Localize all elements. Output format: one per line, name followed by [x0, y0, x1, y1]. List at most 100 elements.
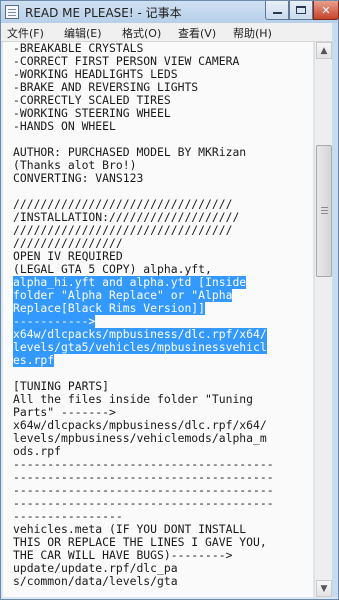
notepad-icon: [5, 5, 19, 19]
vertical-scrollbar[interactable]: ▲ ▼: [314, 42, 332, 597]
text-line: update/update.rpf/dlc_pa: [13, 562, 313, 575]
text-line: -BRAKE AND REVERSING LIGHTS: [13, 81, 313, 94]
text-line: s/common/data/levels/gta: [13, 575, 313, 588]
line-text: -WORKING HEADLIGHTS LEDS: [13, 68, 178, 81]
text-line: ////////////////////////////////: [13, 198, 313, 211]
line-text: x64w/dlcpacks/mpbusiness/dlc.rpf/x64/: [13, 419, 267, 432]
text-line: /INSTALLATION:///////////////////: [13, 211, 313, 224]
text-line: THE CAR WILL HAVE BUGS)-------->: [13, 549, 313, 562]
line-text: --------------------------------------: [13, 471, 274, 484]
line-text: ////////////////////////////////: [13, 224, 233, 237]
text-line: -HANDS ON WHEEL: [13, 120, 313, 133]
text-line: Replace[Black Rims Version]]: [13, 302, 313, 315]
text-line: x64w/dlcpacks/mpbusiness/dlc.rpf/x64/: [13, 419, 313, 432]
text-line: levels/gta5/vehicles/mpbusinessvehicl: [13, 341, 313, 354]
text-line: -WORKING STEERING WHEEL: [13, 107, 313, 120]
line-text: ////////////////////////////////: [13, 198, 233, 211]
line-text: -HANDS ON WHEEL: [13, 120, 116, 133]
scroll-up-button[interactable]: ▲: [316, 42, 332, 59]
text-line: --------------------------------------: [13, 471, 313, 484]
selected-text: x64w/dlcpacks/mpbusiness/dlc.rpf/x64/: [13, 328, 267, 341]
line-text: levels/mpbusiness/vehiclemods/alpha_m: [13, 432, 267, 445]
line-text: OPEN IV REQUIRED: [13, 250, 123, 263]
line-text: --------------------------------------: [13, 458, 274, 471]
line-text: THE CAR WILL HAVE BUGS)-------->: [13, 549, 233, 562]
line-text: /INSTALLATION:///////////////////: [13, 211, 240, 224]
text-line: es.rpf: [13, 354, 313, 367]
line-text: -WORKING STEERING WHEEL: [13, 107, 171, 120]
notepad-window: READ ME PLEASE! - 记事本 ✕ 文件(F) 编辑(E) 格式(O…: [0, 0, 339, 600]
arrow-up-icon: ▲: [320, 45, 328, 56]
line-text: -CORRECTLY SCALED TIRES: [13, 94, 171, 107]
line-text: ////////////////: [13, 237, 123, 250]
line-text: AUTHOR: PURCHASED MODEL BY MKRizan: [13, 146, 247, 159]
line-text: THIS OR REPLACE THE LINES I GAVE YOU,: [13, 536, 267, 549]
text-line: --------------------------------------: [13, 484, 313, 497]
text-editor[interactable]: -BREAKABLE CRYSTALS -CORRECT FIRST PERSON…: [3, 42, 313, 597]
text-line: All the files inside folder "Tuning: [13, 393, 313, 406]
line-text: All the files inside folder "Tuning: [13, 393, 254, 406]
line-text: update/update.rpf/dlc_pa: [13, 562, 178, 575]
close-icon: ✕: [321, 3, 331, 17]
text-line: OPEN IV REQUIRED: [13, 250, 313, 263]
document-text: -BREAKABLE CRYSTALS -CORRECT FIRST PERSON…: [13, 42, 313, 588]
selected-text: folder "Alpha Replace" or "Alpha: [13, 289, 233, 302]
menu-view[interactable]: 查看(V): [178, 25, 216, 41]
maximize-button[interactable]: [289, 1, 313, 20]
grip-line: [321, 207, 328, 208]
scroll-thumb[interactable]: [316, 145, 332, 277]
line-text: ----------------: [13, 510, 123, 523]
grip-line: [321, 213, 328, 214]
line-text: CONVERTING: VANS123: [13, 172, 144, 185]
text-line: ods.rpf: [13, 445, 313, 458]
text-line: ----------->: [13, 315, 313, 328]
menu-file[interactable]: 文件(F): [7, 25, 44, 41]
menu-help[interactable]: 帮助(H): [233, 25, 272, 41]
text-line: CONVERTING: VANS123: [13, 172, 313, 185]
text-line: alpha_hi.yft and alpha.ytd [Inside: [13, 276, 313, 289]
text-line: -CORRECT FIRST PERSON VIEW CAMERA: [13, 55, 313, 68]
text-line: (LEGAL GTA 5 COPY) alpha.yft,: [13, 263, 313, 276]
title-bar[interactable]: READ ME PLEASE! - 记事本 ✕: [1, 1, 339, 23]
selected-text: alpha_hi.yft and alpha.ytd [Inside: [13, 276, 247, 289]
text-line: [13, 185, 313, 198]
scroll-down-button[interactable]: ▼: [316, 580, 332, 597]
arrow-down-icon: ▼: [320, 583, 328, 594]
selected-text: es.rpf: [13, 354, 55, 367]
menu-format[interactable]: 格式(O): [122, 25, 161, 41]
menu-bar: 文件(F) 编辑(E) 格式(O) 查看(V) 帮助(H): [1, 23, 338, 42]
selected-text: ----------->: [13, 315, 96, 328]
menu-edit[interactable]: 编辑(E): [64, 25, 102, 41]
line-text: (Thanks alot Bro!): [13, 159, 137, 172]
text-line: ////////////////: [13, 237, 313, 250]
text-line: -CORRECTLY SCALED TIRES: [13, 94, 313, 107]
text-line: [TUNING PARTS]: [13, 380, 313, 393]
text-line: folder "Alpha Replace" or "Alpha: [13, 289, 313, 302]
text-line: --------------------------------------: [13, 497, 313, 510]
line-text: -CORRECT FIRST PERSON VIEW CAMERA: [13, 55, 240, 68]
close-button[interactable]: ✕: [313, 1, 339, 20]
minimize-icon: [272, 12, 282, 14]
grip-line: [321, 210, 328, 211]
line-text: vehicles.meta (IF YOU DONT INSTALL: [13, 523, 247, 536]
text-line: AUTHOR: PURCHASED MODEL BY MKRizan: [13, 146, 313, 159]
text-line: x64w/dlcpacks/mpbusiness/dlc.rpf/x64/: [13, 328, 313, 341]
text-line: THIS OR REPLACE THE LINES I GAVE YOU,: [13, 536, 313, 549]
text-line: --------------------------------------: [13, 458, 313, 471]
text-line: -BREAKABLE CRYSTALS: [13, 42, 313, 55]
text-line: ////////////////////////////////: [13, 224, 313, 237]
minimize-button[interactable]: [265, 1, 289, 20]
line-text: --------------------------------------: [13, 484, 274, 497]
maximize-icon: [296, 6, 306, 14]
line-text: --------------------------------------: [13, 497, 274, 510]
text-line: [13, 133, 313, 146]
window-frame-edge: [332, 23, 338, 597]
text-line: [13, 367, 313, 380]
text-line: Parts" ------->: [13, 406, 313, 419]
line-text: ods.rpf: [13, 445, 62, 458]
text-line: (Thanks alot Bro!): [13, 159, 313, 172]
line-text: s/common/data/levels/gta: [13, 575, 178, 588]
line-text: [TUNING PARTS]: [13, 380, 110, 393]
text-line: -WORKING HEADLIGHTS LEDS: [13, 68, 313, 81]
text-line: levels/mpbusiness/vehiclemods/alpha_m: [13, 432, 313, 445]
